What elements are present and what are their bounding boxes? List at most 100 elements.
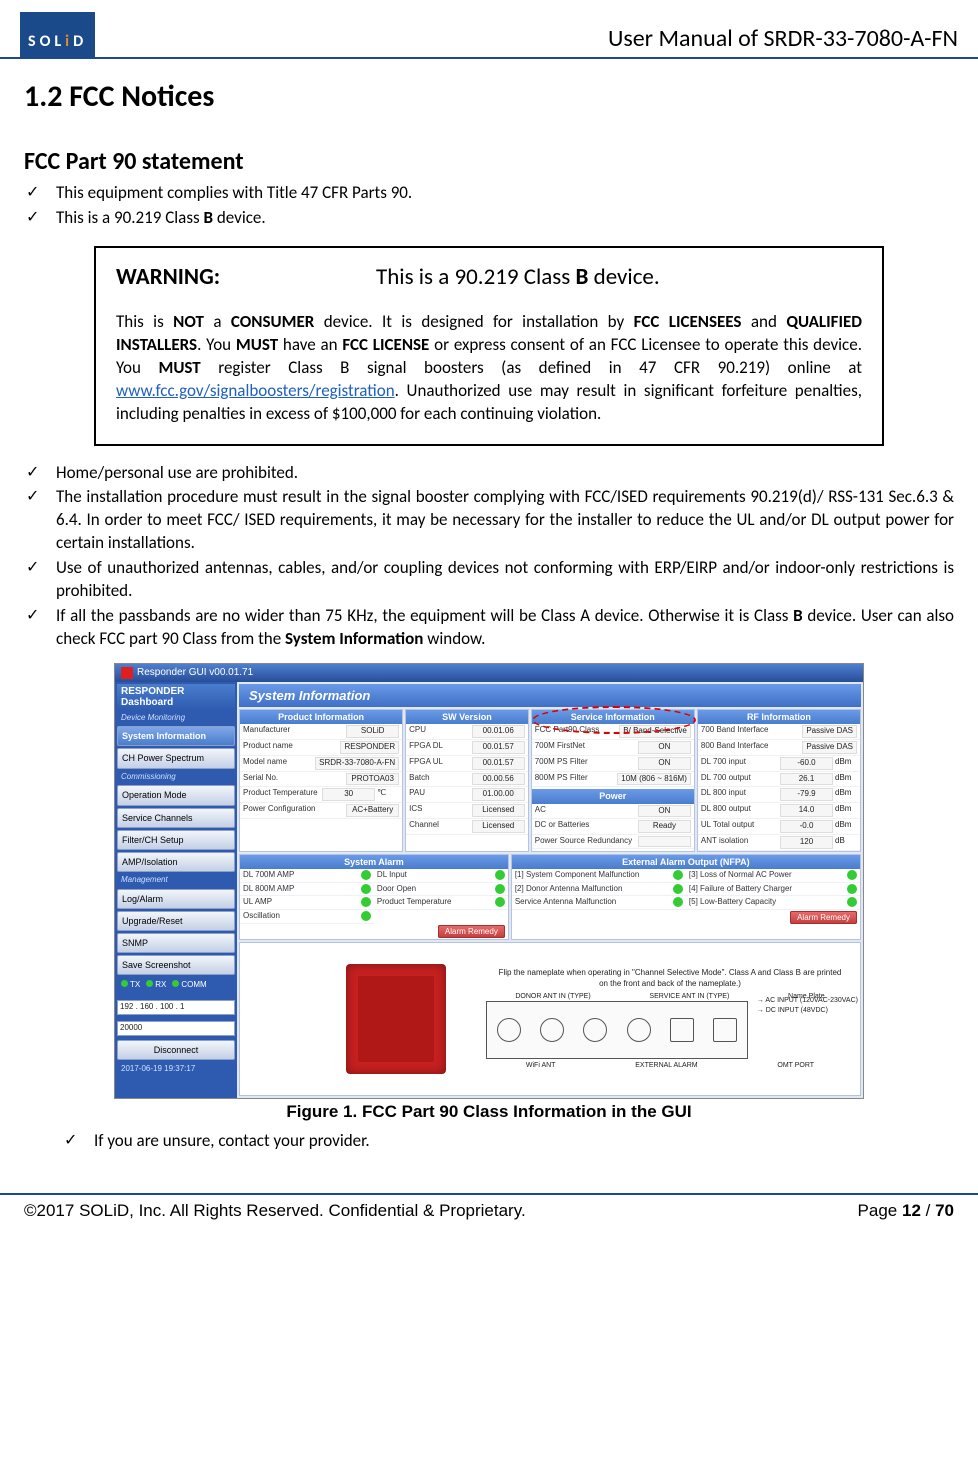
kv-row: PAU01.00.00 — [406, 787, 528, 803]
kv-row: ACON — [532, 804, 694, 820]
kv-row: ANT isolation120dB — [698, 835, 860, 851]
alarm-row: [1] System Component Malfunction — [512, 869, 686, 883]
port-box — [486, 1001, 748, 1059]
list-item: The installation procedure must result i… — [24, 486, 954, 555]
info-panel-row: Product Information ManufacturerSOLiDPro… — [239, 709, 861, 852]
nav-section-commissioning: Commissioning — [117, 771, 235, 784]
window-title: Responder GUI v00.01.71 — [137, 666, 253, 680]
timestamp: 2017-06-19 19:37:17 — [117, 1062, 235, 1077]
port-label: DC INPUT (48VDC) — [766, 1007, 828, 1014]
kv-row: UL Total output-0.0dBm — [698, 819, 860, 835]
port-icon — [713, 1018, 737, 1042]
kv-row: DL 800 input-79.9dBm — [698, 787, 860, 803]
ip-input[interactable]: 192 . 160 . 100 . 1 — [117, 1000, 235, 1015]
product-info-panel: Product Information ManufacturerSOLiDPro… — [239, 709, 403, 852]
alarm-row: [4] Failure of Battery Charger — [686, 883, 860, 897]
gui-sidebar: RESPONDER Dashboard Device Monitoring Sy… — [115, 682, 237, 1098]
bullet-list-bottom: If you are unsure, contact your provider… — [24, 1130, 954, 1153]
list-item: Use of unauthorized antennas, cables, an… — [24, 557, 954, 603]
window-titlebar: Responder GUI v00.01.71 — [115, 664, 863, 682]
page-header: SOLiD User Manual of SRDR-33-7080-A-FN — [0, 0, 978, 59]
nav-operation-mode[interactable]: Operation Mode — [117, 785, 235, 805]
kv-row: FPGA UL00.01.57 — [406, 756, 528, 772]
nav-snmp[interactable]: SNMP — [117, 933, 235, 953]
kv-row: Power ConfigurationAC+Battery — [240, 803, 402, 819]
nav-log-alarm[interactable]: Log/Alarm — [117, 889, 235, 909]
bullet-list-mid: Home/personal use are prohibited. The in… — [24, 462, 954, 652]
kv-row: 800 Band InterfacePassive DAS — [698, 740, 860, 756]
nav-section-monitoring: Device Monitoring — [117, 712, 235, 725]
led-rx: RX — [155, 980, 166, 989]
port-label: SERVICE ANT IN (TYPE) — [649, 992, 729, 1001]
list-item: This is a 90.219 Class B device. — [24, 207, 954, 230]
service-info-panel: Service Information FCC Part90 ClassB/ B… — [531, 709, 695, 852]
port-input[interactable]: 20000 — [117, 1021, 235, 1036]
alarm-row: DL Input — [374, 869, 508, 883]
bullet-list-top: This equipment complies with Title 47 CF… — [24, 182, 954, 230]
nav-upgrade-reset[interactable]: Upgrade/Reset — [117, 911, 235, 931]
panel-head-service: Service Information — [532, 710, 694, 724]
external-alarm-panel: External Alarm Output (NFPA) [1] System … — [511, 854, 861, 940]
port-label: WiFi ANT — [526, 1061, 556, 1070]
alarm-row: Product Temperature — [374, 896, 508, 910]
alarm-row: [2] Donor Antenna Malfunction — [512, 883, 686, 897]
kv-row: DL 700 input-60.0dBm — [698, 756, 860, 772]
panel-head-extalarm: External Alarm Output (NFPA) — [512, 855, 860, 869]
kv-row: ManufacturerSOLiD — [240, 724, 402, 740]
kv-row: 800M PS Filter10M (806 ~ 816M) — [532, 772, 694, 788]
rf-info-panel: RF Information 700 Band InterfacePassive… — [697, 709, 861, 852]
warning-box: WARNING: This is a 90.219 Class B device… — [94, 246, 884, 446]
list-item: Home/personal use are prohibited. — [24, 462, 954, 485]
nav-system-information[interactable]: System Information — [117, 726, 235, 746]
alarm-remedy-button[interactable]: Alarm Remedy — [438, 925, 505, 938]
gui-body: RESPONDER Dashboard Device Monitoring Sy… — [115, 682, 863, 1098]
kv-row: 700M PS FilterON — [532, 756, 694, 772]
nav-ch-power-spectrum[interactable]: CH Power Spectrum — [117, 748, 235, 768]
kv-row: 700 Band InterfacePassive DAS — [698, 724, 860, 740]
nav-section-management: Management — [117, 874, 235, 887]
nav-filter-ch-setup[interactable]: Filter/CH Setup — [117, 830, 235, 850]
warning-body: This is NOT a CONSUMER device. It is des… — [116, 311, 862, 426]
kv-row: Power Source Redundancy — [532, 835, 694, 849]
section-heading: 1.2 FCC Notices — [24, 77, 954, 118]
panel-head-power: Power — [532, 789, 694, 803]
window-icon — [121, 667, 133, 679]
alarm-row: Oscillation — [240, 910, 374, 924]
alarm-row: Door Open — [374, 883, 508, 897]
port-label: EXTERNAL ALARM — [635, 1061, 697, 1070]
device-front-illustration — [346, 964, 446, 1074]
main-panel-title: System Information — [239, 684, 861, 708]
logo-text-accent2: D — [73, 32, 87, 51]
nav-amp-isolation[interactable]: AMP/Isolation — [117, 852, 235, 872]
panel-head-sysalarm: System Alarm — [240, 855, 508, 869]
alarm-row: DL 800M AMP — [240, 883, 374, 897]
port-label: AC INPUT (120VAC-230VAC) — [765, 997, 858, 1004]
alarm-row: Service Antenna Malfunction — [512, 896, 686, 910]
system-alarm-panel: System Alarm DL 700M AMPDL 800M AMPUL AM… — [239, 854, 509, 940]
kv-row: Model nameSRDR-33-7080-A-FN — [240, 756, 402, 772]
port-icon — [583, 1018, 607, 1042]
figure-gui: Responder GUI v00.01.71 RESPONDER Dashbo… — [114, 663, 864, 1124]
connection-leds: TX RX COMM — [117, 977, 235, 994]
disconnect-button[interactable]: Disconnect — [117, 1040, 235, 1060]
nav-save-screenshot[interactable]: Save Screenshot — [117, 955, 235, 975]
nav-service-channels[interactable]: Service Channels — [117, 808, 235, 828]
alarm-row: UL AMP — [240, 896, 374, 910]
warning-label: WARNING: — [116, 262, 376, 293]
kv-row: ICSLicensed — [406, 803, 528, 819]
kv-row: ChannelLicensed — [406, 819, 528, 835]
panel-head-sw: SW Version — [406, 710, 528, 724]
list-item: If you are unsure, contact your provider… — [62, 1130, 954, 1153]
port-label: DONOR ANT IN (TYPE) — [515, 992, 590, 1001]
fcc-registration-link[interactable]: www.fcc.gov/signalboosters/registration — [116, 380, 395, 401]
led-tx: TX — [130, 980, 140, 989]
kv-row: DL 800 output14.0dBm — [698, 803, 860, 819]
kv-row: 700M FirstNetON — [532, 740, 694, 756]
panel-head-rf: RF Information — [698, 710, 860, 724]
alarm-row: [5] Low-Battery Capacity — [686, 896, 860, 910]
kv-row: Batch00.00.56 — [406, 772, 528, 788]
alarm-remedy-button-ext[interactable]: Alarm Remedy — [790, 911, 857, 924]
gui-main: System Information Product Information M… — [237, 682, 863, 1098]
kv-row: DC or BatteriesReady — [532, 819, 694, 835]
port-icon — [670, 1018, 694, 1042]
